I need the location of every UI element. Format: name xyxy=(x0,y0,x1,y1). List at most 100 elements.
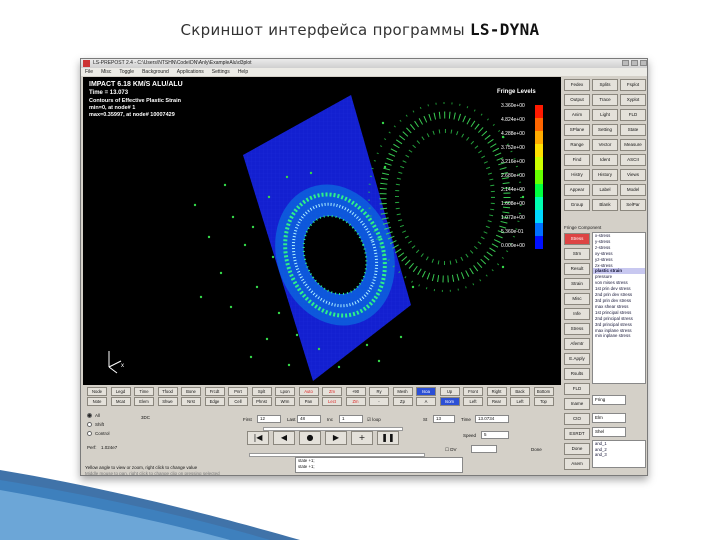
close-icon[interactable] xyxy=(640,60,647,66)
view-button-wrm[interactable]: Wrm xyxy=(275,397,295,406)
panel-button-group[interactable]: Group xyxy=(564,199,590,211)
done-button[interactable]: Done xyxy=(531,447,542,452)
rewind-button[interactable]: |◀ xyxy=(247,431,269,445)
view-button-left[interactable]: Left xyxy=(510,397,530,406)
panel-button-vector[interactable]: Vector xyxy=(592,139,618,151)
menu-help[interactable]: Help xyxy=(238,68,248,76)
side-button-strain[interactable]: Strain xyxy=(564,278,590,290)
view-button-cell[interactable]: Cell xyxy=(228,397,248,406)
panel-button-anim[interactable]: Anim xyxy=(564,109,590,121)
panel-button-find[interactable]: Find xyxy=(564,154,590,166)
side-button-infe[interactable]: Infe xyxy=(564,308,590,320)
side-button-cto[interactable]: CtO xyxy=(564,413,590,425)
panel-button-splane[interactable]: SPlane xyxy=(564,124,590,136)
view-button-mcat[interactable]: Mcat xyxy=(110,397,131,406)
panel-button-selpar[interactable]: SelPar xyxy=(620,199,646,211)
view-button-node[interactable]: Node xyxy=(87,387,107,396)
part-mini-list[interactable]: and_1 and_2 and_3 xyxy=(592,440,646,468)
side-button-asem[interactable]: Asem xyxy=(564,458,590,470)
view-button-time[interactable]: Time xyxy=(134,387,154,396)
panel-button-views[interactable]: Views xyxy=(620,169,646,181)
side-button-stress[interactable]: Stress xyxy=(564,323,590,335)
view-button-shwe[interactable]: Shwe xyxy=(157,397,178,406)
view-button-lect[interactable]: Lect xyxy=(322,397,342,406)
menu-file[interactable]: File xyxy=(85,68,93,76)
view-button-zm[interactable]: Zm xyxy=(322,387,342,396)
view-button-splt[interactable]: Splt xyxy=(251,387,272,396)
panel-button-range[interactable]: Range xyxy=(564,139,590,151)
panel-button-output[interactable]: Output xyxy=(564,94,590,106)
view-button-pnrt[interactable]: Pnrt xyxy=(228,387,248,396)
last-field[interactable]: 48 xyxy=(297,415,321,423)
panel-button-blank[interactable]: Blank xyxy=(592,199,618,211)
dv-checkbox[interactable]: ☐ DV xyxy=(445,447,457,453)
stop-button[interactable]: ● xyxy=(299,431,321,445)
element-type-select[interactable]: Elm xyxy=(592,413,626,423)
side-button-misc[interactable]: Misc xyxy=(564,293,590,305)
panel-button-state[interactable]: State xyxy=(620,124,646,136)
view-button-pan[interactable]: Pan xyxy=(298,397,319,406)
view-button-back[interactable]: Back xyxy=(510,387,530,396)
panel-button-xyplot[interactable]: Xyplot xyxy=(620,94,646,106)
view-button-nrst[interactable]: Nrst xyxy=(181,397,201,406)
view-button-zp[interactable]: Zp xyxy=(392,397,413,406)
graphics-viewport[interactable]: x IMPACT 6.18 KM/S ALU/ALU Time = 13.073… xyxy=(83,77,561,385)
panel-button-light[interactable]: Light xyxy=(592,109,618,121)
side-button-esrdt[interactable]: ESRDT xyxy=(564,428,590,440)
menu-background[interactable]: Background xyxy=(142,68,169,76)
view-button-elem[interactable]: Elem xyxy=(134,397,154,406)
view-button-left[interactable]: Left xyxy=(463,397,483,406)
menu-applications[interactable]: Applications xyxy=(177,68,204,76)
radio-shift[interactable]: Shift xyxy=(87,422,104,427)
shell-select[interactable]: Shel xyxy=(592,427,626,437)
view-button-rear[interactable]: Rear xyxy=(486,397,507,406)
radio-all[interactable]: All xyxy=(87,413,100,418)
panel-button-fld[interactable]: FLD xyxy=(620,109,646,121)
panel-button-trace[interactable]: Trace xyxy=(592,94,618,106)
view-button-front[interactable]: Front xyxy=(463,387,483,396)
panel-button-appear[interactable]: Appear xyxy=(564,184,590,196)
view-button-top[interactable]: Top xyxy=(533,397,554,406)
view-button-bottom[interactable]: Bottom xyxy=(533,387,554,396)
menu-misc[interactable]: Misc xyxy=(101,68,111,76)
panel-button-model[interactable]: Model xyxy=(620,184,646,196)
view-button-tfood[interactable]: Tfood xyxy=(157,387,178,396)
view-button-a[interactable]: A xyxy=(416,397,436,406)
dv-field[interactable] xyxy=(471,445,497,453)
side-button-e-apply[interactable]: E.Apply xyxy=(564,353,590,365)
mini-list-item[interactable]: and_3 xyxy=(593,452,645,458)
maximize-icon[interactable] xyxy=(631,60,638,66)
minimize-icon[interactable] xyxy=(622,60,629,66)
st-field[interactable]: 13 xyxy=(433,415,455,423)
panel-button-histry[interactable]: Histry xyxy=(564,169,590,181)
side-button-strn[interactable]: Strn xyxy=(564,248,590,260)
side-button-result[interactable]: Result xyxy=(564,263,590,275)
step-forward-button[interactable]: + xyxy=(351,431,373,445)
view-button-mesh[interactable]: Mesh xyxy=(392,387,413,396)
view-button-frcdt[interactable]: Frcdt xyxy=(204,387,225,396)
side-button-afemtr[interactable]: Afemtr xyxy=(564,338,590,350)
view-button-bone[interactable]: Bone xyxy=(181,387,201,396)
view-button-auto[interactable]: Auto xyxy=(298,387,319,396)
speed-field[interactable]: 5 xyxy=(481,431,509,439)
view-button-isoa[interactable]: Isoa xyxy=(416,387,436,396)
step-back-button[interactable]: ◀ xyxy=(273,431,295,445)
view-button-legd[interactable]: Legd xyxy=(110,387,131,396)
side-button-done[interactable]: Done xyxy=(564,443,590,455)
inc-field[interactable]: 1 xyxy=(339,415,363,423)
panel-button-splits[interactable]: Splits xyxy=(592,79,618,91)
view-button-right[interactable]: Right xyxy=(486,387,507,396)
view-button-note[interactable]: Note xyxy=(87,397,107,406)
play-button[interactable]: ▶ xyxy=(325,431,347,445)
panel-button-setting[interactable]: Setting xyxy=(592,124,618,136)
component-item[interactable]: min inplane stress xyxy=(593,333,645,339)
view-button-up[interactable]: Up xyxy=(439,387,460,396)
view-button-isom[interactable]: Isom xyxy=(439,397,460,406)
fringe-type-select[interactable]: Fring xyxy=(592,395,626,405)
view-button-lpon[interactable]: Lpon xyxy=(275,387,295,396)
menu-settings[interactable]: Settings xyxy=(212,68,230,76)
view-button--[interactable]: - xyxy=(369,397,389,406)
side-button-iname[interactable]: Iname xyxy=(564,398,590,410)
command-history[interactable]: state +1; state +1; xyxy=(295,457,463,473)
view-button--90[interactable]: +90 xyxy=(345,387,366,396)
